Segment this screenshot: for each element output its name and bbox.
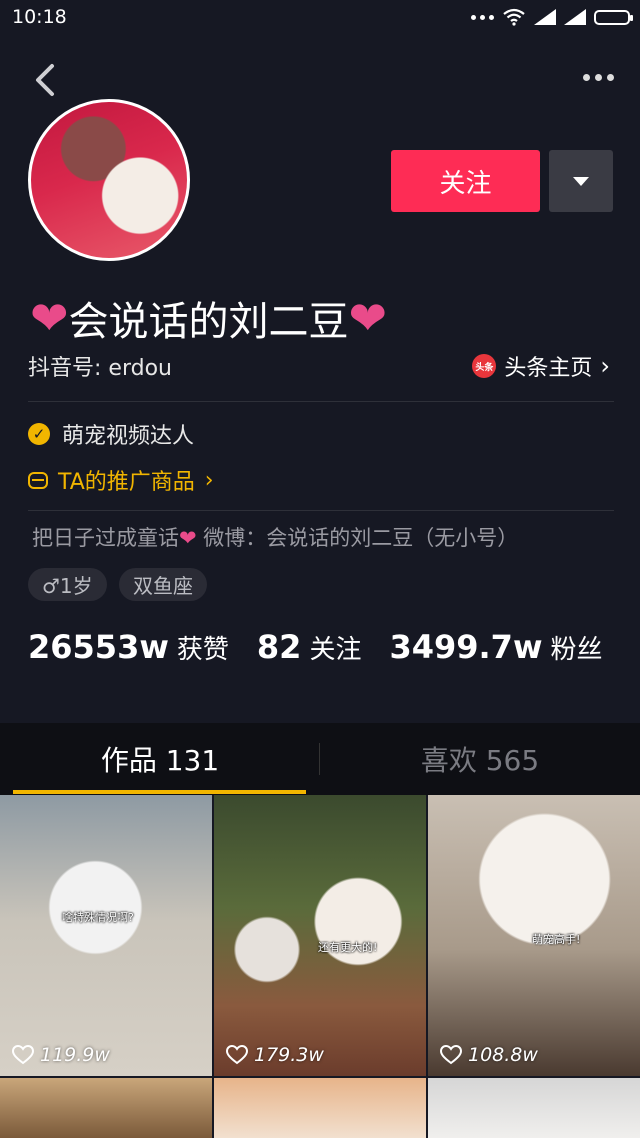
profile-name: ❤ 会说话的刘二豆 ❤ [30,288,387,348]
more-options-icon[interactable] [583,74,614,81]
content-tabs: 作品 131 喜欢 565 [0,723,640,795]
chevron-right-icon: › [600,352,610,380]
status-bar: 10:18 [0,0,640,36]
toutiao-link-label: 头条主页 [504,356,593,381]
wifi-icon [503,8,525,26]
notification-dots-icon [471,14,494,20]
signal-icon [534,9,556,25]
tab-likes[interactable]: 喜欢 565 [320,723,640,795]
video-thumbnail[interactable] [214,1078,426,1138]
video-like-count: 119.9w [12,1044,110,1066]
video-like-count: 179.3w [226,1044,324,1066]
zodiac-tag: 双鱼座 [119,568,207,601]
video-thumbnail[interactable]: 啥特殊情况啊? 119.9w [0,795,212,1076]
gender-age-tag: ♂1岁 [28,568,107,601]
profile-name-text: 会说话的刘二豆 [68,299,349,345]
video-caption: 萌宠高手! [532,933,581,946]
likes-count: 26553w [28,628,169,666]
video-thumbnail[interactable]: 还有更大的! 179.3w [214,795,426,1076]
heart-outline-icon [12,1045,34,1065]
avatar[interactable] [28,99,190,261]
like-count-text: 108.8w [468,1044,538,1066]
heart-icon-2: ❤ [348,291,388,345]
fans-label[interactable]: 粉丝 [551,629,603,666]
verified-badge: ✓ 萌宠视频达人 [28,418,194,450]
like-count-text: 179.3w [254,1044,324,1066]
toutiao-homepage-link[interactable]: 头条 头条主页 › [472,350,610,382]
video-like-count: 108.8w [440,1044,538,1066]
toutiao-logo-icon: 头条 [472,354,497,378]
video-caption: 啥特殊情况啊? [62,911,134,924]
like-count-text: 119.9w [40,1044,110,1066]
verified-label: 萌宠视频达人 [62,424,195,449]
chevron-right-icon: › [204,467,214,493]
signal-icon-2 [564,9,586,25]
divider [28,401,614,402]
fans-count[interactable]: 3499.7w [389,628,542,666]
bio-text-weibo: 微博：会说话的刘二豆（无小号） [196,526,519,550]
divider [28,510,614,511]
heart-icon: ❤ [30,291,69,345]
battery-icon [594,9,633,25]
heart-outline-icon [226,1045,248,1065]
video-grid: 啥特殊情况啊? 119.9w 还有更大的! 179.3w 萌宠高手! 108.8… [0,795,640,1138]
following-count[interactable]: 82 [257,628,302,666]
promo-label: TA的推广商品 [58,470,195,495]
video-caption: 还有更大的! [318,941,378,954]
status-time: 10:18 [12,6,67,28]
promoted-products-link[interactable]: TA的推广商品 › [28,464,214,496]
checkmark-icon: ✓ [28,423,50,445]
triangle-down-icon [573,176,589,186]
status-icons [471,8,633,26]
recommend-dropdown-button[interactable] [549,150,613,212]
back-chevron-icon[interactable] [30,60,64,100]
video-thumbnail[interactable] [428,1078,640,1138]
shopping-cart-icon [28,471,48,489]
likes-label: 获赞 [176,635,229,665]
video-thumbnail[interactable] [0,1078,212,1138]
following-label[interactable]: 关注 [309,629,361,666]
stats-row: 26553w 获赞 82 关注 3499.7w 粉丝 [28,628,603,666]
follow-button[interactable]: 关注 [391,150,540,212]
bio-text: 把日子过成童话❤ 微博：会说话的刘二豆（无小号） [32,522,518,552]
tab-works[interactable]: 作品 131 [0,723,320,795]
douyin-id: 抖音号: erdou [28,356,172,381]
video-thumbnail[interactable]: 萌宠高手! 108.8w [428,795,640,1076]
bio-text-start: 把日子过成童话 [32,526,179,550]
active-tab-indicator [13,790,306,794]
heart-icon-small: ❤ [179,526,197,550]
heart-outline-icon [440,1045,462,1065]
